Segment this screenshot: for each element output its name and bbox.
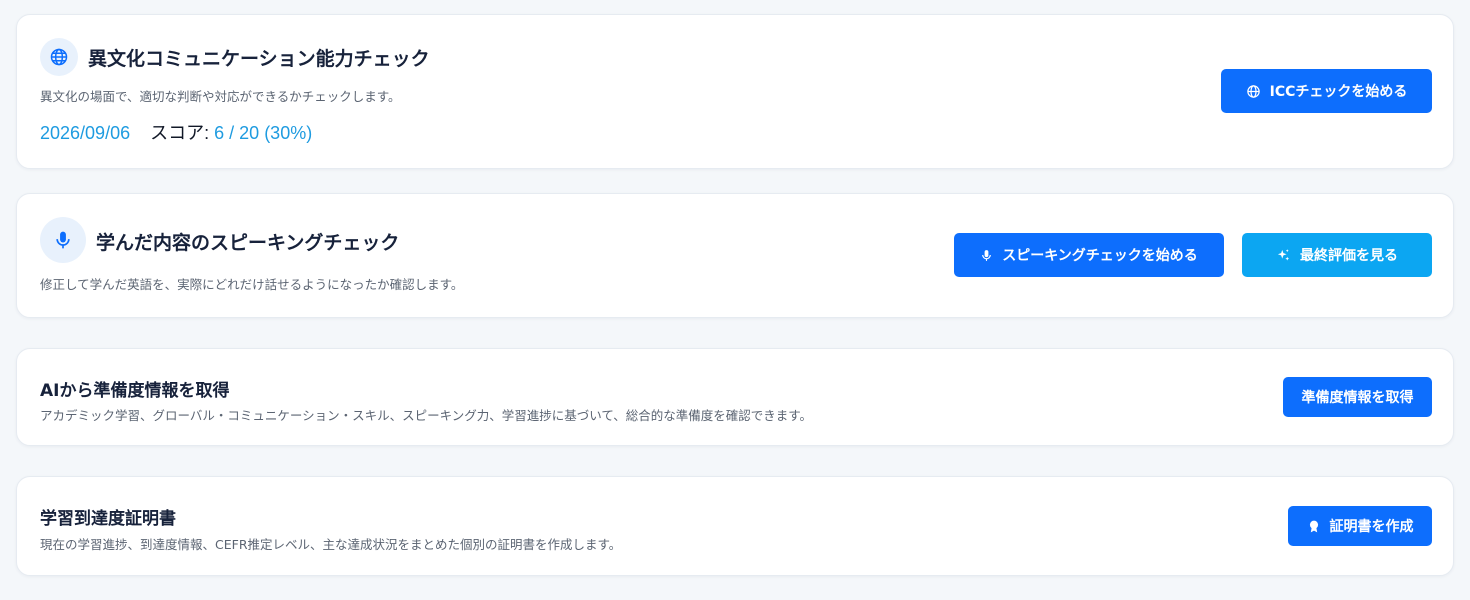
icc-date: 2026/09/06 <box>40 123 131 143</box>
icc-check-card: 異文化コミュニケーション能力チェック 異文化の場面で、適切な判断や対応ができるか… <box>16 14 1454 169</box>
create-certificate-button[interactable]: 証明書を作成 <box>1288 506 1432 546</box>
microphone-icon <box>40 217 86 263</box>
create-certificate-button-label: 証明書を作成 <box>1329 519 1414 535</box>
ai-readiness-card: AIから準備度情報を取得 アカデミック学習、グローバル・コミュニケーション・スキ… <box>16 348 1454 446</box>
final-evaluation-button[interactable]: 最終評価を見る <box>1242 233 1432 277</box>
globe-icon <box>1246 84 1261 99</box>
icc-description: 異文化の場面で、適切な判断や対応ができるかチェックします。 <box>40 89 401 104</box>
start-icc-button-label: ICCチェックを始める <box>1269 84 1408 100</box>
icc-score-value: 6 / 20 (30%) <box>214 123 313 143</box>
speaking-description: 修正して学んだ英語を、実際にどれだけ話せるようになったか確認します。 <box>40 277 464 292</box>
speaking-check-card: 学んだ内容のスピーキングチェック 修正して学んだ英語を、実際にどれだけ話せるよう… <box>16 193 1454 318</box>
ai-readiness-title: AIから準備度情報を取得 <box>40 381 230 401</box>
certificate-title: 学習到達度証明書 <box>40 509 176 529</box>
icc-title: 異文化コミュニケーション能力チェック <box>88 48 430 70</box>
speaking-title: 学んだ内容のスピーキングチェック <box>96 232 400 254</box>
sparkles-icon <box>1276 248 1291 263</box>
icc-score-line: 2026/09/06 スコア: 6 / 20 (30%) <box>40 119 312 145</box>
microphone-icon <box>980 248 993 263</box>
start-speaking-button[interactable]: スピーキングチェックを始める <box>954 233 1224 277</box>
certificate-card: 学習到達度証明書 現在の学習進捗、到達度情報、CEFR推定レベル、主な達成状況を… <box>16 476 1454 576</box>
globe-icon <box>40 38 78 76</box>
get-readiness-button-label: 準備度情報を取得 <box>1301 390 1414 406</box>
final-evaluation-button-label: 最終評価を見る <box>1300 248 1398 264</box>
ai-readiness-description: アカデミック学習、グローバル・コミュニケーション・スキル、スピーキング力、学習進… <box>40 408 813 423</box>
get-readiness-button[interactable]: 準備度情報を取得 <box>1283 377 1432 417</box>
certificate-description: 現在の学習進捗、到達度情報、CEFR推定レベル、主な達成状況をまとめた個別の証明… <box>40 537 622 552</box>
start-speaking-button-label: スピーキングチェックを始める <box>1002 248 1198 264</box>
icc-score-label: スコア: <box>150 123 210 143</box>
start-icc-button[interactable]: ICCチェックを始める <box>1221 69 1432 113</box>
award-icon <box>1307 519 1321 534</box>
